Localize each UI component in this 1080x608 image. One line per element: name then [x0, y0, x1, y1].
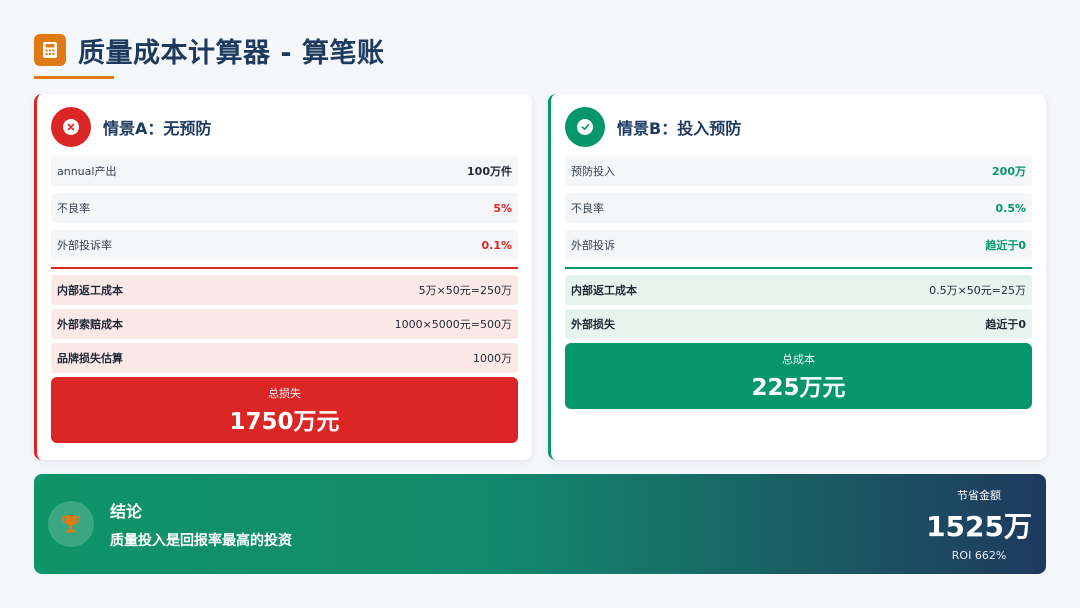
cost-row: 内部返工成本 5万×50元=250万: [51, 275, 518, 305]
cost-row: 外部索赔成本 1000×5000元=500万: [51, 309, 518, 339]
cost-row: 品牌损失估算 1000万: [51, 343, 518, 373]
savings-panel: 节省金额 1525万 ROI 662%: [926, 487, 1032, 562]
param-label: 预防投入: [571, 165, 615, 178]
conclusion-text: 结论 质量投入是回报率最高的投资: [110, 498, 926, 550]
scenario-a-header: 情景A：无预防: [51, 106, 518, 148]
page-header: 质量成本计算器 - 算笔账: [34, 30, 385, 70]
section-divider: [51, 267, 518, 269]
param-value: 0.1%: [481, 238, 512, 252]
scenario-b-header: 情景B：投入预防: [565, 106, 1032, 148]
total-label: 总损失: [268, 386, 301, 400]
param-value: 5%: [493, 201, 512, 215]
section-divider: [565, 267, 1032, 269]
param-value: 200万: [992, 165, 1026, 178]
scenario-b-title: 情景B：投入预防: [617, 119, 742, 138]
param-label: 不良率: [57, 202, 90, 215]
param-label: 外部投诉率: [57, 239, 112, 252]
roi-value: ROI 662%: [951, 548, 1007, 562]
param-value: 100万件: [467, 165, 512, 178]
param-row: 预防投入 200万: [565, 156, 1032, 186]
cost-value: 5万×50元=250万: [418, 284, 512, 297]
scenario-b-card: 情景B：投入预防 预防投入 200万 不良率 0.5% 外部投诉 趋近于0 内部…: [548, 94, 1046, 460]
cost-label: 外部损失: [571, 318, 615, 331]
cost-value: 0.5万×50元=25万: [929, 284, 1026, 297]
scenario-a-title: 情景A：无预防: [103, 119, 212, 138]
savings-label: 节省金额: [957, 488, 1002, 502]
param-row: 不良率 0.5%: [565, 193, 1032, 223]
conclusion-body: 质量投入是回报率最高的投资: [110, 533, 292, 549]
conclusion-banner: 结论 质量投入是回报率最高的投资 节省金额 1525万 ROI 662%: [34, 474, 1046, 574]
total-label: 总成本: [782, 352, 815, 366]
cost-label: 内部返工成本: [57, 284, 123, 297]
param-value: 0.5%: [995, 201, 1026, 215]
param-row: 外部投诉 趋近于0: [565, 230, 1032, 260]
param-label: annual产出: [57, 165, 117, 178]
param-row: 外部投诉率 0.1%: [51, 230, 518, 260]
param-label: 外部投诉: [571, 239, 615, 252]
total-loss-box: 总损失 1750万元: [51, 377, 518, 443]
savings-value: 1525万: [926, 509, 1032, 543]
conclusion-title: 结论: [110, 502, 143, 521]
total-value: 225万元: [751, 374, 846, 401]
calculator-icon: [34, 34, 66, 66]
total-cost-box: 总成本 225万元: [565, 343, 1032, 409]
page-title: 质量成本计算器 - 算笔账: [78, 37, 385, 69]
cost-value: 趋近于0: [985, 318, 1026, 331]
cost-value: 1000万: [473, 352, 512, 365]
title-underline: [34, 76, 114, 79]
param-label: 不良率: [571, 202, 604, 215]
param-row: 不良率 5%: [51, 193, 518, 223]
total-value: 1750万元: [229, 408, 340, 435]
scenario-a-card: 情景A：无预防 annual产出 100万件 不良率 5% 外部投诉率 0.1%…: [34, 94, 532, 460]
close-icon: [51, 107, 91, 147]
trophy-icon: [48, 501, 94, 547]
cost-value: 1000×5000元=500万: [394, 318, 512, 331]
check-icon: [565, 107, 605, 147]
cost-label: 外部索赔成本: [57, 318, 123, 331]
cost-row: 外部损失 趋近于0: [565, 309, 1032, 339]
cost-label: 品牌损失估算: [57, 352, 123, 365]
param-row: annual产出 100万件: [51, 156, 518, 186]
cost-row: 内部返工成本 0.5万×50元=25万: [565, 275, 1032, 305]
cost-label: 内部返工成本: [571, 284, 637, 297]
param-value: 趋近于0: [985, 239, 1026, 252]
